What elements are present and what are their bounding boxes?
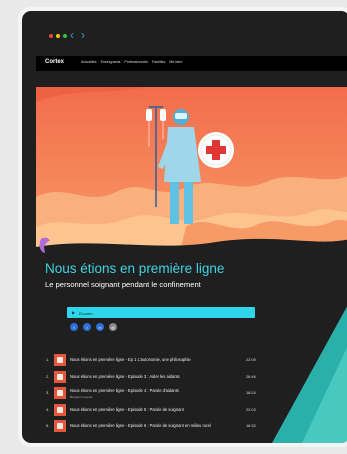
episode-number: 1. [46,357,50,362]
episode-duration: 26:46 [246,373,256,379]
episode-duration: 18:24 [246,390,256,395]
episode-title[interactable]: Nous étions en première ligne - Episode … [70,407,184,412]
episode-duration: 16:32 [246,423,256,428]
list-item[interactable]: 3. Nous étions en première ligne - Episo… [46,385,278,401]
nav-item-familles[interactable]: Familles [152,60,165,64]
episode-list: 1. Nous étions en première ligne - Ep 1 … [46,352,278,435]
top-navbar: Cortex Actualités Enseignants Profession… [36,56,347,71]
screen: ‹ › Cortex Actualités Enseignants Profes… [22,11,347,443]
episode-number: 2. [46,373,50,379]
nav-item-professionnels[interactable]: Professionnels [124,60,148,64]
episode-title[interactable]: Nous étions en première ligne - Ep 1 L'a… [70,357,191,362]
share-buttons: f t in @ [70,323,117,331]
page-subtitle: Le personnel soignant pendant le confine… [45,280,201,289]
site-logo[interactable]: Cortex [45,59,64,65]
episode-title[interactable]: Nous étions en première ligne - Episode … [70,374,180,379]
nav-item-me-faire[interactable]: Me faire [169,60,182,64]
email-icon[interactable]: @ [109,323,117,331]
facebook-icon[interactable]: f [70,323,78,331]
hero-illustration [36,87,347,267]
twitter-icon[interactable]: t [83,323,91,331]
episode-thumbnail [54,403,66,416]
episode-thumbnail [54,420,66,432]
nav-item-actualites[interactable]: Actualités [81,60,97,64]
main-nav: Actualités Enseignants Professionnels Fa… [81,60,182,64]
forward-icon[interactable]: › [81,29,85,41]
minimize-dot[interactable] [56,34,60,38]
episode-thumbnail [54,354,66,366]
episode-number: 4. [46,406,50,412]
page-title: Nous étions en première ligne [45,261,225,276]
episode-title[interactable]: Nous étions en première ligne - Episode … [70,423,211,428]
tablet-frame: ‹ › Cortex Actualités Enseignants Profes… [18,7,347,447]
nav-item-enseignants[interactable]: Enseignants [101,60,121,64]
close-dot[interactable] [49,34,53,38]
episode-duration: 22:03 [246,406,256,412]
episode-duration: 22:05 [246,357,256,362]
listen-label: Écouter [79,310,93,316]
play-icon: ▶ [72,310,76,315]
back-icon[interactable]: ‹ [70,29,74,41]
episode-thumbnail [54,370,66,383]
list-item[interactable]: 5. Nous étions en première ligne - Episo… [46,418,278,434]
episode-number: 5. [46,423,50,428]
maximize-dot[interactable] [63,34,67,38]
episode-author: Benjamin Lauvet [70,395,93,399]
list-item[interactable]: 1. Nous étions en première ligne - Ep 1 … [46,352,278,368]
list-item[interactable]: 4. Nous étions en première ligne - Episo… [46,402,278,418]
episode-title[interactable]: Nous étions en première ligne - Episode … [70,388,179,393]
episode-thumbnail [54,387,66,399]
list-item[interactable]: 2. Nous étions en première ligne - Episo… [46,369,278,385]
linkedin-icon[interactable]: in [96,323,104,331]
window-controls [49,34,67,38]
listen-button[interactable]: ▶ Écouter [67,307,255,318]
episode-number: 3. [46,390,50,395]
